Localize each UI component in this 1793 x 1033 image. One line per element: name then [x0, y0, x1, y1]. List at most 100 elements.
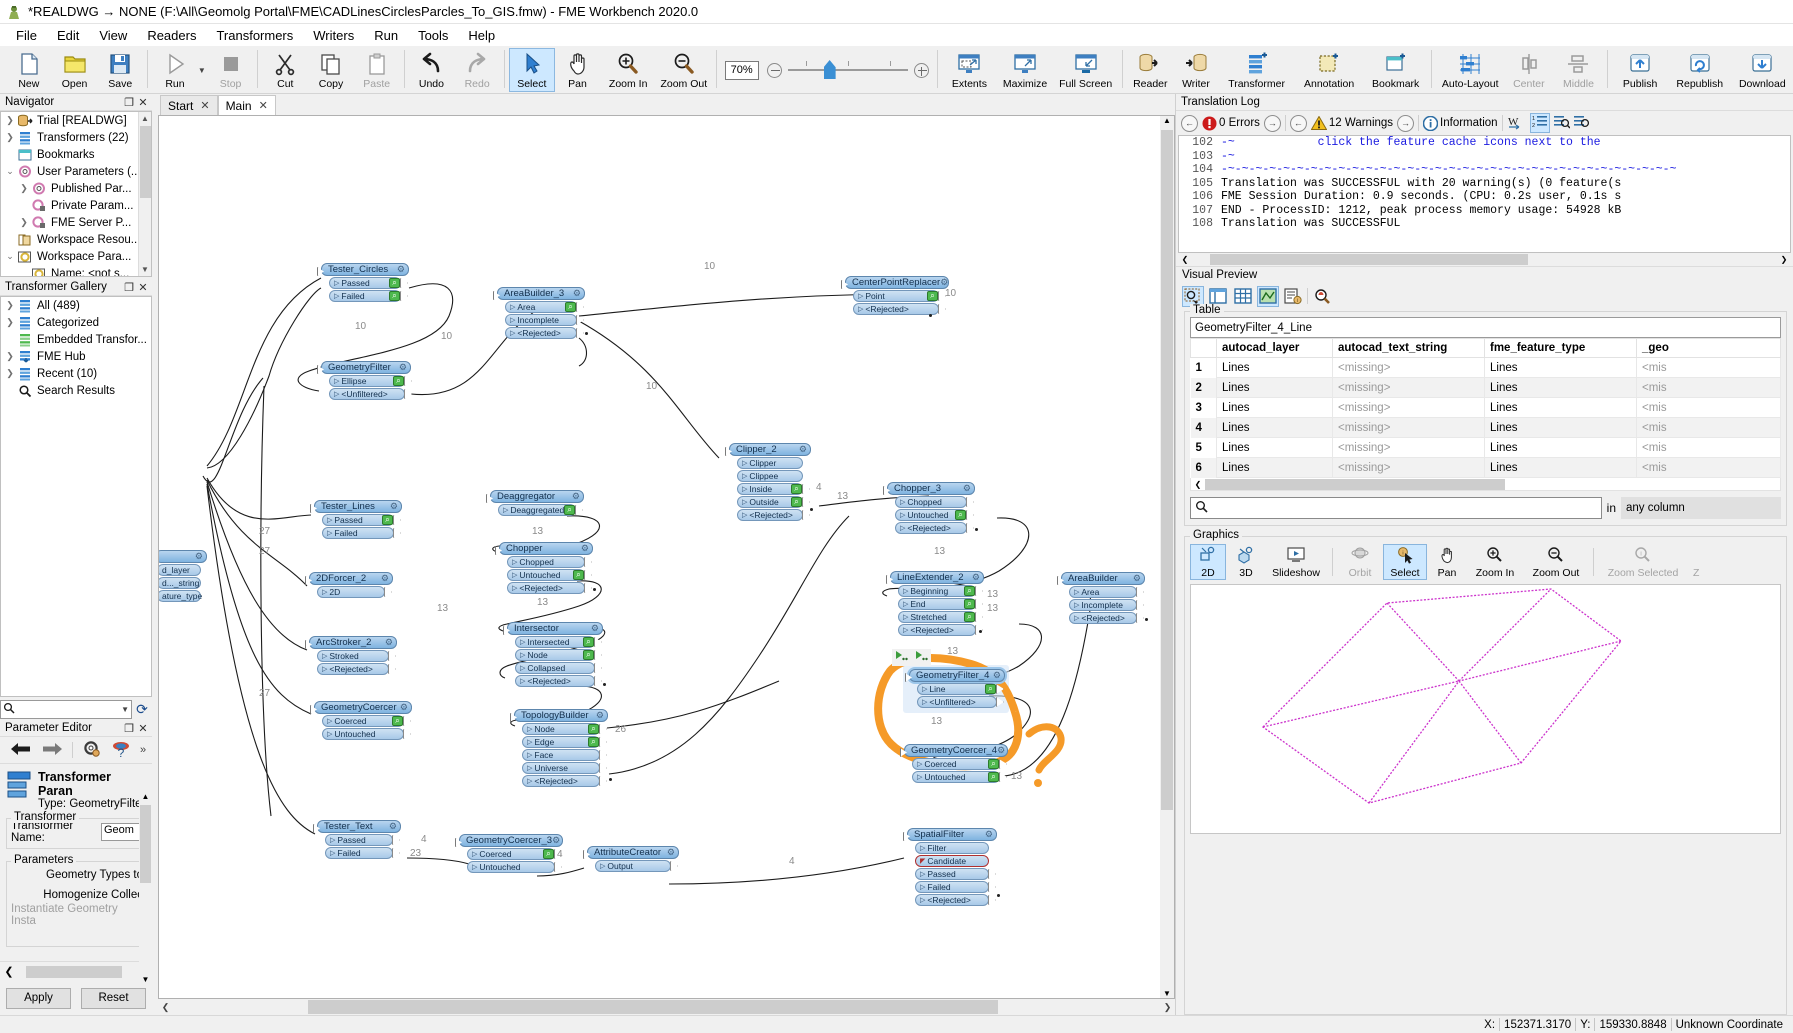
node-port[interactable]: ▷ Untouched [467, 861, 562, 873]
node-port[interactable]: ▷ Passed ⌕ [322, 514, 401, 526]
node-port[interactable]: ▷ Incomplete [1069, 599, 1144, 611]
node-port[interactable]: ▷ Stretched ⌕ [898, 611, 983, 623]
gear-icon[interactable]: ⚙ [963, 483, 971, 494]
column-header[interactable]: fme_feature_type [1484, 338, 1637, 358]
toolbar-zoom-in-button[interactable]: Zoom In [600, 48, 656, 92]
node-port[interactable]: ▷ Inside ⌕ [737, 483, 810, 495]
port-output-arrow[interactable] [594, 676, 602, 686]
node-port[interactable]: ▷ Coerced ⌕ [912, 758, 1007, 770]
canvas-node-tester-text[interactable]: Tester_Text ⚙ ▷ Passed ▷ Failed [317, 820, 401, 859]
zoom-slider[interactable] [787, 60, 908, 80]
column-header[interactable]: _geo [1636, 338, 1781, 358]
parameter-editor-hscrollbar[interactable]: ❮ ❯ [0, 961, 152, 981]
node-port[interactable]: ▷ Area ⌕ [505, 301, 584, 313]
menu-writers[interactable]: Writers [303, 26, 364, 45]
gallery-search-input[interactable]: ▼ [0, 700, 132, 719]
table-row[interactable]: 1 Lines <missing> Lines <mis [1190, 357, 1781, 378]
graphics-select-button[interactable]: i Select [1383, 544, 1427, 580]
chevron-right-icon[interactable]: ❯ [3, 132, 17, 143]
graphics-slideshow-button[interactable]: Slideshow [1266, 544, 1326, 580]
port-output-arrow[interactable] [403, 716, 411, 726]
node-port[interactable]: ▷ Failed ⌕ [329, 290, 408, 302]
node-port[interactable]: ▷ Intersected ⌕ [515, 636, 602, 648]
scroll-down-icon[interactable]: ▼ [139, 263, 151, 276]
node-header[interactable]: Deaggregator ⚙ [490, 490, 584, 503]
table-row[interactable]: 5 Lines <missing> Lines <mis [1190, 437, 1781, 458]
node-port[interactable]: ▷ Node ⌕ [522, 723, 607, 735]
find-in-log-icon[interactable] [1553, 114, 1571, 132]
node-port[interactable]: ▷ <Rejected> [895, 522, 974, 534]
node-port[interactable]: ▷ Area [1069, 586, 1144, 598]
port-output-arrow[interactable] [988, 869, 996, 879]
feature-cache-markers[interactable] [892, 649, 931, 666]
gear-icon[interactable]: ⚙ [972, 572, 980, 583]
nav-item-private-parameters[interactable]: Private Param... [1, 197, 151, 214]
port-output-arrow[interactable] [388, 664, 396, 674]
canvas-node-geometryfilter[interactable]: GeometryFilter ⚙ ▷ Ellipse ⌕ ▷ <Unfiltered> [321, 361, 412, 400]
canvas-node-geometrycoercer[interactable]: GeometryCoercer ⚙ ▷ Coerced ⌕ ▷ Untouched [314, 701, 412, 740]
node-port[interactable]: ▷ Untouched [322, 728, 411, 740]
scroll-up-icon[interactable]: ▲ [139, 792, 152, 801]
feature-cache-icon[interactable]: ⌕ [588, 737, 599, 747]
table-row[interactable]: 6 Lines <missing> Lines <mis [1190, 457, 1781, 478]
menu-help[interactable]: Help [458, 26, 505, 45]
port-output-arrow[interactable] [404, 376, 412, 386]
feature-cache-icon[interactable]: ⌕ [927, 291, 938, 301]
node-port[interactable]: ▷ <Unfiltered> [917, 696, 1004, 708]
table-row[interactable]: 4 Lines <missing> Lines <mis [1190, 417, 1781, 438]
menu-readers[interactable]: Readers [137, 26, 206, 45]
scroll-right-icon[interactable]: ❯ [1160, 1002, 1175, 1013]
navigator-tree[interactable]: ❯ Trial [REALDWG] ❯ Transformers (22) Bo… [0, 111, 152, 277]
node-header[interactable]: AreaBuilder_3 ⚙ [497, 287, 585, 300]
port-output-arrow[interactable] [388, 651, 396, 661]
node-port[interactable]: ▷ Passed [325, 834, 400, 846]
node-port[interactable]: ▷ Outside ⌕ [737, 496, 810, 508]
port-output-arrow[interactable] [802, 484, 810, 494]
run-dropdown-arrow[interactable]: ▼ [198, 48, 208, 92]
port-output-arrow[interactable] [400, 278, 408, 288]
zoom-find-icon[interactable] [1311, 286, 1333, 307]
node-port[interactable]: ▷ Untouched ⌕ [912, 771, 1007, 783]
next-warning-button[interactable]: → [1397, 114, 1415, 132]
feature-cache-icon[interactable]: ⌕ [964, 612, 975, 622]
canvas-scroll-thumb[interactable] [1161, 130, 1173, 810]
port-output-arrow[interactable] [988, 882, 996, 892]
port-output-arrow[interactable] [554, 862, 562, 872]
parameter-editor-hscroll-track[interactable] [18, 965, 134, 978]
gallery-item-all[interactable]: ❯ All (489) [1, 297, 151, 314]
node-header[interactable]: Tester_Circles ⚙ [321, 263, 409, 276]
gear-icon[interactable]: ⚙ [195, 551, 203, 562]
canvas-node-deaggregator[interactable]: Deaggregator ⚙ ▷ Deaggregated ⌕ [490, 490, 584, 516]
port-output-arrow[interactable] [594, 650, 602, 660]
toolbar-zoom-out-button[interactable]: Zoom Out [656, 48, 712, 92]
port-output-arrow[interactable] [599, 724, 607, 734]
log-hscroll-thumb[interactable] [1210, 254, 1528, 265]
gear-icon[interactable]: ⚙ [552, 835, 560, 846]
gear-icon[interactable]: ⚙ [389, 821, 397, 832]
port-output-arrow[interactable] [996, 684, 1004, 694]
forward-arrow-icon[interactable] [41, 741, 63, 760]
toolbar-select-button[interactable]: Select [508, 48, 555, 92]
menu-tools[interactable]: Tools [408, 26, 458, 45]
gallery-item-embedded-transformers[interactable]: Embedded Transfor... [1, 331, 151, 348]
nav-item-workspace-resources[interactable]: Workspace Resou... [1, 231, 151, 248]
feature-cache-icon[interactable]: ⌕ [583, 637, 594, 647]
chevron-right-icon[interactable]: ❯ [3, 368, 17, 379]
feature-cache-icon[interactable]: ⌕ [955, 510, 966, 520]
gear-icon[interactable]: ⚙ [985, 829, 993, 840]
gallery-item-categorized[interactable]: ❯ Categorized [1, 314, 151, 331]
nav-item-user-parameters[interactable]: ⌄ User Parameters (... [1, 163, 151, 180]
table-search-row[interactable]: in any column [1190, 496, 1781, 520]
node-header[interactable]: ⚙ [159, 550, 207, 563]
node-header[interactable]: 2DForcer_2 ⚙ [309, 572, 393, 585]
node-header[interactable]: Clipper_2 ⚙ [729, 443, 811, 456]
port-output-arrow[interactable] [400, 291, 408, 301]
node-port[interactable]: ▷ Untouched ⌕ [895, 509, 974, 521]
gear-icon[interactable]: ⚙ [399, 362, 407, 373]
feature-cache-icon[interactable]: ⌕ [573, 570, 584, 580]
node-port[interactable]: ▷ Deaggregated ⌕ [498, 504, 583, 516]
nav-item-bookmarks[interactable]: Bookmarks [1, 146, 151, 163]
node-port[interactable]: ▷ Passed [915, 868, 996, 880]
node-port[interactable]: ▷ Universe [522, 762, 607, 774]
chevron-right-icon[interactable]: ❯ [3, 351, 17, 362]
